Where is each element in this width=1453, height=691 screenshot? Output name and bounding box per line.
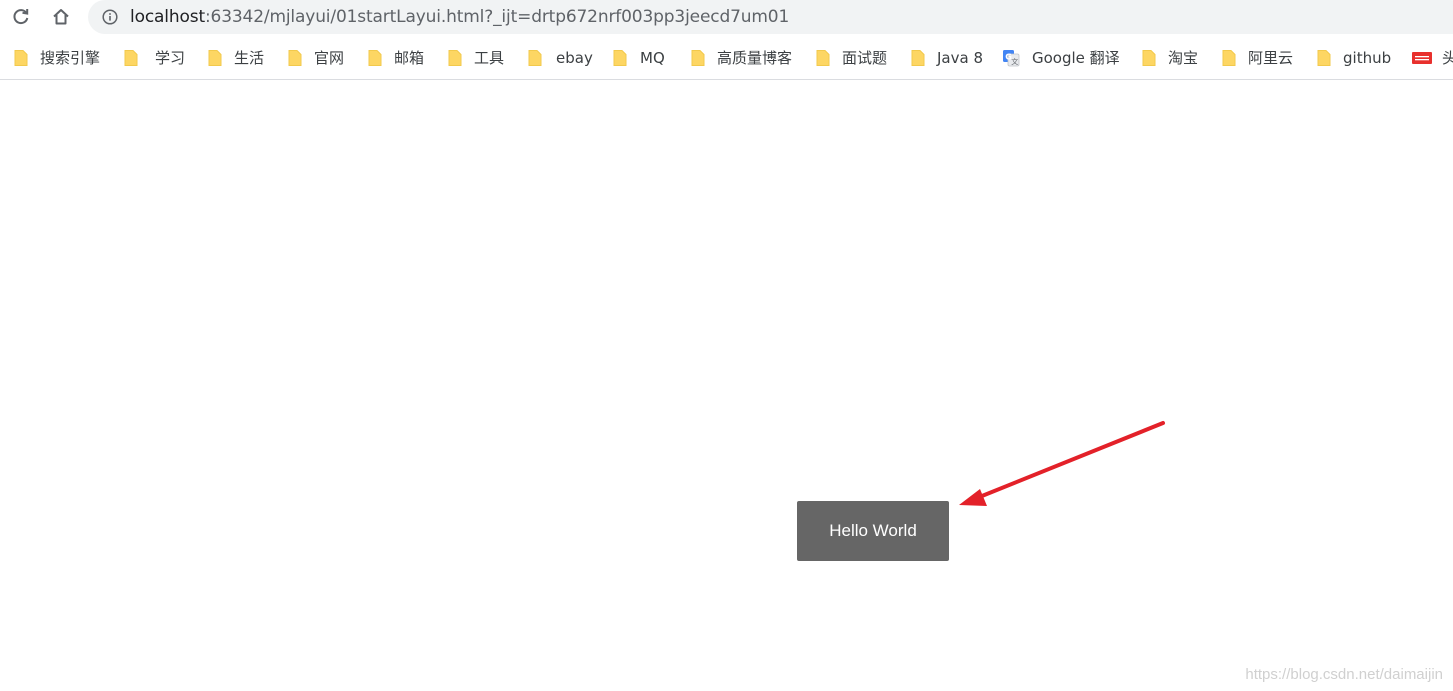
page-content: Hello World https://blog.csdn.net/daimai… <box>0 80 1453 691</box>
folder-icon <box>691 50 705 66</box>
folder-icon <box>1142 50 1156 66</box>
bookmark-label: MQ <box>640 49 665 67</box>
folder-icon <box>613 50 627 66</box>
bookmark-ebay[interactable]: ebay <box>528 47 593 69</box>
info-icon[interactable] <box>102 9 118 25</box>
bookmark-label: 学习 <box>155 49 186 67</box>
bookmark-taobao[interactable]: 淘宝 <box>1142 47 1198 69</box>
folder-icon <box>1317 50 1331 66</box>
bookmark-study[interactable]: 学习 <box>124 47 185 69</box>
bookmark-tools[interactable]: 工具 <box>448 47 504 69</box>
bookmark-label: ebay <box>556 49 593 67</box>
url-host: localhost <box>130 7 205 27</box>
bookmark-interview-questions[interactable]: 面试题 <box>816 47 887 69</box>
folder-icon <box>1222 50 1236 66</box>
url-text[interactable]: localhost:63342/mjlayui/01startLayui.htm… <box>130 6 789 28</box>
bookmark-label: 高质量博客 <box>717 49 793 67</box>
bookmark-label: Google 翻译 <box>1032 49 1120 67</box>
bookmark-quality-blogs[interactable]: 高质量博客 <box>691 47 792 69</box>
url-path: :63342/mjlayui/01startLayui.html?_ijt=dr… <box>204 7 790 27</box>
google-translate-icon: G 文 <box>1003 50 1020 67</box>
watermark-text: https://blog.csdn.net/daimaijin <box>1245 666 1443 683</box>
folder-icon <box>528 50 542 66</box>
bookmark-aliyun[interactable]: 阿里云 <box>1222 47 1293 69</box>
toutiao-icon <box>1412 52 1432 64</box>
red-arrow-annotation <box>959 421 1165 506</box>
bookmark-label: 生活 <box>234 49 265 67</box>
bookmarks-bar: 搜索引擎 学习 生活 官网 邮箱 工具 ebay MQ 高质量博客 面试题 Ja… <box>0 36 1453 80</box>
home-icon[interactable] <box>46 3 76 31</box>
address-bar[interactable]: localhost:63342/mjlayui/01startLayui.htm… <box>88 0 1453 34</box>
folder-icon <box>208 50 222 66</box>
folder-icon <box>288 50 302 66</box>
bookmark-mq[interactable]: MQ <box>613 47 665 69</box>
hello-world-button[interactable]: Hello World <box>797 501 949 561</box>
folder-icon <box>124 50 138 66</box>
bookmark-official-sites[interactable]: 官网 <box>288 47 344 69</box>
folder-icon <box>368 50 382 66</box>
bookmark-label: 搜索引擎 <box>40 49 101 67</box>
bookmark-label: Java 8 <box>937 49 983 67</box>
bookmark-label: 阿里云 <box>1248 49 1294 67</box>
folder-icon <box>448 50 462 66</box>
bookmark-label: 官网 <box>314 49 345 67</box>
bookmark-toutiao[interactable]: 头 <box>1412 47 1453 69</box>
bookmark-github[interactable]: github <box>1317 47 1391 69</box>
bookmark-java8[interactable]: Java 8 <box>911 47 983 69</box>
reload-icon[interactable] <box>6 3 36 31</box>
bookmark-label: 头 <box>1442 48 1453 68</box>
folder-icon <box>911 50 925 66</box>
browser-toolbar: localhost:63342/mjlayui/01startLayui.htm… <box>0 0 1453 36</box>
folder-icon <box>816 50 830 66</box>
bookmark-label: github <box>1343 49 1392 67</box>
bookmark-label: 淘宝 <box>1168 49 1199 67</box>
folder-icon <box>14 50 28 66</box>
bookmark-search-engines[interactable]: 搜索引擎 <box>14 47 100 69</box>
svg-text:文: 文 <box>1011 57 1018 66</box>
bookmark-label: 工具 <box>474 49 505 67</box>
bookmark-life[interactable]: 生活 <box>208 47 264 69</box>
bookmark-label: 面试题 <box>842 49 888 67</box>
bookmark-label: 邮箱 <box>394 49 425 67</box>
bookmark-google-translate[interactable]: G 文 Google 翻译 <box>1002 47 1120 69</box>
bookmark-mail[interactable]: 邮箱 <box>368 47 424 69</box>
